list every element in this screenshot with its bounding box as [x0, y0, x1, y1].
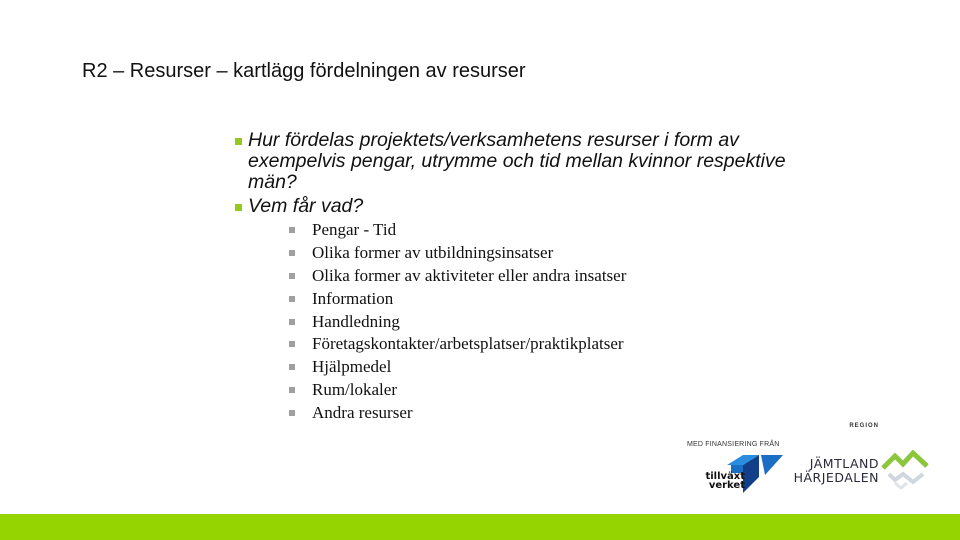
question-bullet: Hur fördelas projektets/verksamhetens re… — [235, 129, 808, 193]
list-item: Olika former av utbildningsinsatser — [289, 242, 626, 265]
list-item: Hjälpmedel — [289, 356, 626, 379]
list-item: Pengar - Tid — [289, 219, 626, 242]
list-item: Olika former av aktiviteter eller andra … — [289, 265, 626, 288]
question-text: Vem får vad? — [248, 195, 364, 217]
list-item-text: Handledning — [312, 311, 400, 331]
list-item: Andra resurser — [289, 402, 626, 425]
list-item-text: Företagskontakter/arbetsplatser/praktikp… — [312, 334, 624, 354]
bullet-square-icon — [289, 341, 295, 348]
bullet-square-icon — [289, 249, 295, 256]
tillvaxtverket-logo: tillväxt verket — [705, 453, 785, 495]
bullet-square-icon — [289, 272, 295, 279]
bullet-square-icon — [289, 227, 295, 233]
list-item-text: Rum/lokaler — [312, 380, 397, 400]
list-item-text: Hjälpmedel — [312, 357, 392, 377]
bullet-square-icon — [289, 318, 295, 325]
region-line1: JÄMTLAND — [809, 456, 879, 471]
question-text: Hur fördelas projektets/verksamhetens re… — [248, 129, 786, 193]
list-item: Företagskontakter/arbetsplatser/praktikp… — [289, 333, 626, 356]
bullet-square-icon — [235, 204, 242, 211]
list-item-text: Andra resurser — [312, 403, 413, 423]
question-bullet: Vem får vad? — [235, 195, 808, 217]
bullet-square-icon — [289, 295, 295, 302]
bullet-square-icon — [289, 410, 295, 417]
slide-title: R2 – Resurser – kartlägg fördelningen av… — [82, 60, 526, 82]
list-item-text: Olika former av aktiviteter eller andra … — [312, 265, 627, 285]
financing-caption: MED FINANSIERING FRÅN — [687, 441, 780, 448]
list-item: Information — [289, 288, 626, 311]
list-item-text: Pengar - Tid — [312, 220, 397, 239]
list-item: Handledning — [289, 311, 626, 334]
list-item-text: Olika former av utbildningsinsatser — [312, 242, 554, 262]
mountain-icon — [881, 450, 929, 490]
resource-list: Pengar - Tid Olika former av utbildnings… — [289, 219, 626, 425]
tillvaxtverket-line2: verket — [708, 480, 745, 491]
list-item: Rum/lokaler — [289, 379, 626, 402]
bullet-square-icon — [289, 387, 295, 394]
region-jamtland-harjedalen-logo: REGION JÄMTLAND HÄRJEDALEN — [793, 420, 936, 490]
bullet-square-icon — [289, 364, 295, 371]
footer-accent-bar — [0, 514, 960, 540]
bullet-square-icon — [235, 138, 242, 145]
region-label: REGION — [849, 423, 879, 429]
list-item-text: Information — [312, 288, 394, 308]
region-line2: HÄRJEDALEN — [793, 470, 879, 485]
